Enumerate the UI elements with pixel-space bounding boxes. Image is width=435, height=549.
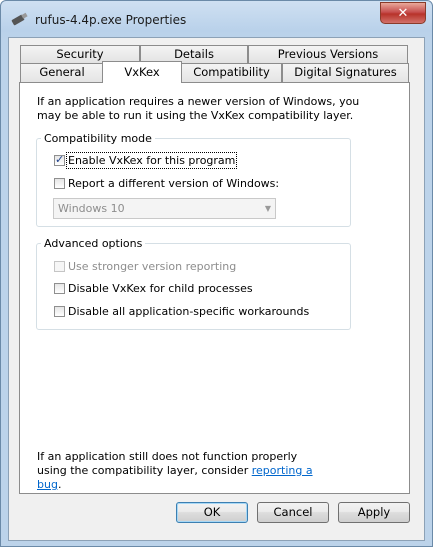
enable-vxkex-label[interactable]: Enable VxKex for this program bbox=[65, 152, 238, 169]
stronger-version-checkbox[interactable] bbox=[54, 261, 65, 272]
disable-child-processes-label[interactable]: Disable VxKex for child processes bbox=[68, 282, 253, 295]
window-title: rufus-4.4p.exe Properties bbox=[35, 13, 187, 27]
chevron-down-icon: ▼ bbox=[264, 204, 271, 213]
windows-version-dropdown[interactable]: Windows 10 ▼ bbox=[53, 198, 276, 219]
disable-child-processes-checkbox[interactable] bbox=[54, 283, 65, 294]
usb-drive-icon bbox=[11, 12, 28, 26]
close-icon: ✕ bbox=[397, 5, 409, 21]
intro-text: If an application requires a newer versi… bbox=[37, 95, 360, 122]
tab-compatibility[interactable]: Compatibility bbox=[181, 63, 282, 83]
windows-version-value: Windows 10 bbox=[58, 202, 125, 215]
report-version-label[interactable]: Report a different version of Windows: bbox=[68, 177, 279, 190]
tab-digital-signatures[interactable]: Digital Signatures bbox=[282, 63, 409, 83]
close-button[interactable]: ✕ bbox=[380, 2, 426, 24]
cancel-button[interactable]: Cancel bbox=[257, 502, 329, 523]
footer-period: . bbox=[57, 478, 62, 491]
footer-text: If an application still does not functio… bbox=[37, 450, 327, 492]
tab-general[interactable]: General bbox=[20, 63, 104, 83]
stronger-version-label[interactable]: Use stronger version reporting bbox=[68, 260, 236, 273]
advanced-options-label: Advanced options bbox=[41, 237, 146, 250]
report-version-checkbox[interactable] bbox=[54, 178, 65, 189]
disable-workarounds-label[interactable]: Disable all application-specific workaro… bbox=[68, 305, 309, 318]
ok-button[interactable]: OK bbox=[176, 502, 248, 523]
enable-vxkex-checkbox[interactable] bbox=[54, 153, 65, 166]
compatibility-mode-label: Compatibility mode bbox=[41, 132, 155, 145]
disable-workarounds-checkbox[interactable] bbox=[54, 306, 65, 317]
tab-previous-versions[interactable]: Previous Versions bbox=[248, 45, 408, 63]
apply-button[interactable]: Apply bbox=[338, 502, 410, 523]
title-bar[interactable]: rufus-4.4p.exe Properties ✕ bbox=[1, 1, 432, 39]
tab-vxkex[interactable]: VxKex bbox=[102, 61, 182, 83]
